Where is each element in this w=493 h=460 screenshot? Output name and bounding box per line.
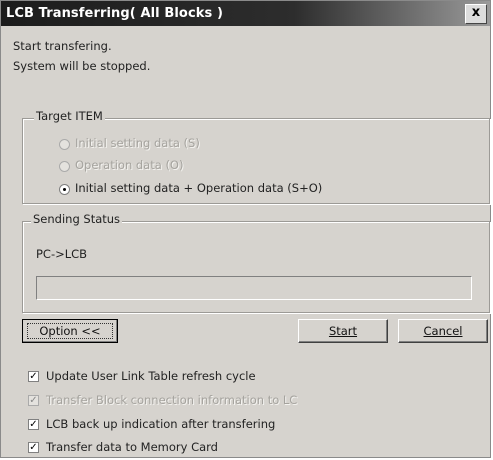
start-button[interactable]: Start xyxy=(298,319,388,343)
radio-initial-plus-operation-label: Initial setting data + Operation data (S… xyxy=(75,181,323,195)
radio-initial-plus-operation[interactable] xyxy=(59,184,70,195)
checkbox-update-user-link[interactable]: ✓ xyxy=(28,371,39,382)
check-icon: ✓ xyxy=(29,419,38,430)
close-icon: x xyxy=(471,5,481,20)
message-line-2: System will be stopped. xyxy=(13,59,151,73)
checkbox-lcb-backup-indication-label: LCB back up indication after transfering xyxy=(46,417,276,431)
close-button[interactable]: x xyxy=(465,4,487,24)
title-bar[interactable]: LCB Transferring( All Blocks ) x xyxy=(1,1,490,26)
start-button-label: Start xyxy=(328,324,358,338)
checkbox-transfer-block-connection[interactable]: ✓ xyxy=(28,395,39,406)
cancel-button-label: Cancel xyxy=(423,324,463,338)
checkbox-transfer-memory-card-label: Transfer data to Memory Card xyxy=(46,440,218,454)
radio-initial-setting[interactable] xyxy=(59,139,70,150)
check-icon: ✓ xyxy=(29,395,38,406)
checkbox-transfer-memory-card[interactable]: ✓ xyxy=(28,442,39,453)
transfer-direction: PC->LCB xyxy=(36,247,88,261)
checkbox-lcb-backup-indication[interactable]: ✓ xyxy=(28,419,39,430)
target-item-legend: Target ITEM xyxy=(34,109,105,123)
progress-bar xyxy=(36,276,472,300)
checkbox-transfer-block-connection-label: Transfer Block connection information to… xyxy=(46,393,298,407)
cancel-button[interactable]: Cancel xyxy=(398,319,488,343)
option-button[interactable]: Option << xyxy=(22,319,118,343)
radio-operation-data[interactable] xyxy=(59,161,70,172)
window-title: LCB Transferring( All Blocks ) xyxy=(6,6,224,21)
focus-ring xyxy=(27,323,113,339)
message-line-1: Start transfering. xyxy=(13,39,112,53)
checkbox-update-user-link-label: Update User Link Table refresh cycle xyxy=(46,369,256,383)
radio-initial-setting-label: Initial setting data (S) xyxy=(75,136,200,150)
check-icon: ✓ xyxy=(29,371,38,382)
sending-status-legend: Sending Status xyxy=(31,212,123,226)
check-icon: ✓ xyxy=(29,442,38,453)
dialog-window: LCB Transferring( All Blocks ) x Start t… xyxy=(0,0,491,458)
radio-operation-data-label: Operation data (O) xyxy=(75,158,184,172)
